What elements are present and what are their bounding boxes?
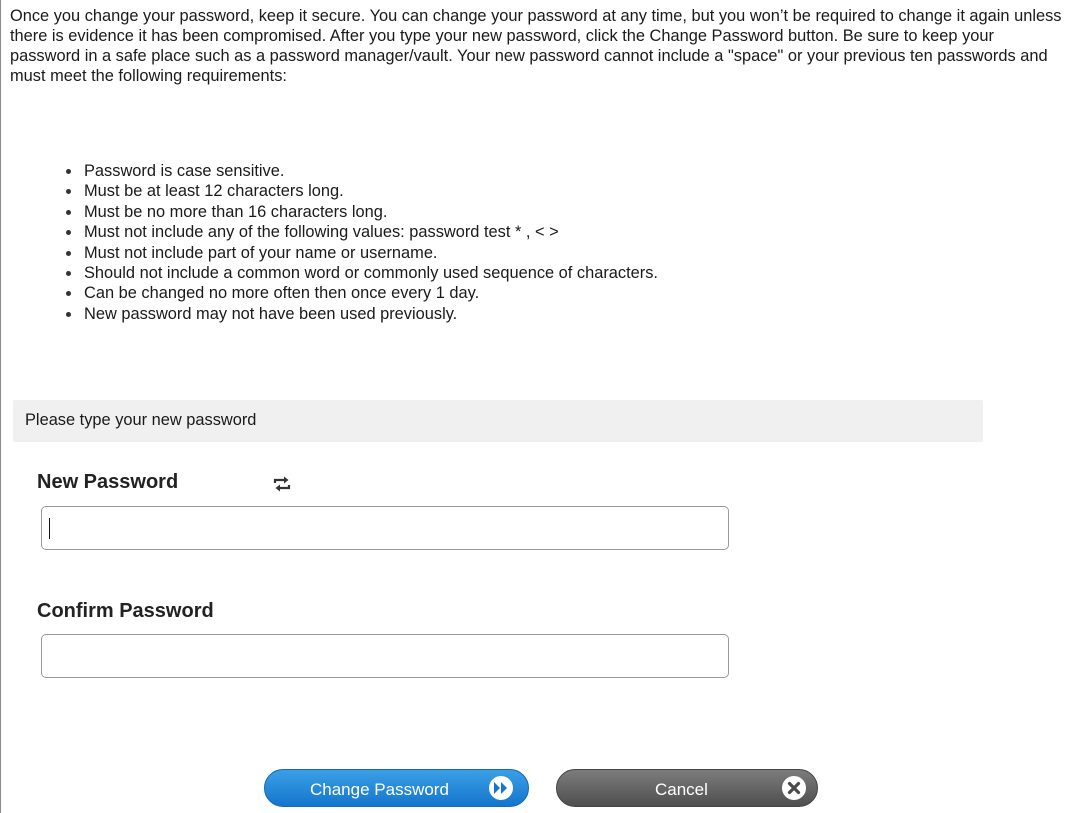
text-caret (49, 518, 50, 539)
confirm-password-label: Confirm Password (37, 600, 214, 622)
requirements-list: Password is case sensitive. Must be at l… (65, 161, 658, 324)
cancel-label: Cancel (655, 780, 708, 799)
new-password-input[interactable] (41, 506, 729, 550)
new-password-label: New Password (37, 471, 179, 493)
requirement-item: Should not include a common word or comm… (65, 263, 658, 283)
change-password-page: Once you change your password, keep it s… (0, 0, 1070, 813)
requirement-item: New password may not have been used prev… (65, 304, 658, 324)
section-header: Please type your new password (13, 400, 983, 442)
change-password-label: Change Password (310, 780, 449, 799)
requirement-item: Must be no more than 16 characters long. (65, 202, 658, 222)
requirement-item: Must not include any of the following va… (65, 222, 658, 242)
section-title: Please type your new password (25, 411, 257, 429)
confirm-password-input[interactable] (41, 634, 729, 678)
requirement-item: Password is case sensitive. (65, 161, 658, 181)
requirement-item: Must not include part of your name or us… (65, 243, 658, 263)
swap-arrows-icon[interactable] (272, 475, 292, 493)
close-icon (782, 776, 806, 800)
requirement-item: Must be at least 12 characters long. (65, 181, 658, 201)
double-chevron-right-icon (489, 776, 513, 800)
requirement-item: Can be changed no more often then once e… (65, 283, 658, 303)
change-password-button[interactable]: Change Password (264, 769, 529, 807)
cancel-button[interactable]: Cancel (556, 769, 818, 807)
intro-text: Once you change your password, keep it s… (10, 7, 1062, 85)
